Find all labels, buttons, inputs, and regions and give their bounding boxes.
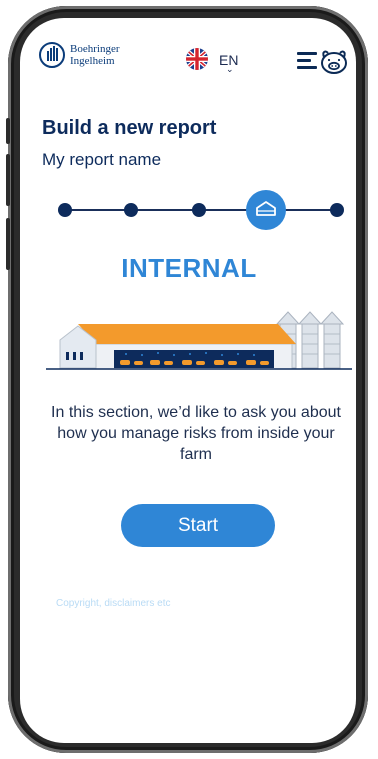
logo-line2: Ingelheim xyxy=(70,55,115,67)
uk-flag-icon[interactable] xyxy=(184,48,210,70)
step-dot[interactable] xyxy=(330,203,344,217)
logo-text: Boehringer Ingelheim xyxy=(70,43,119,67)
barn-icon xyxy=(256,201,276,216)
step-dot[interactable] xyxy=(58,203,72,217)
volume-up-button xyxy=(6,154,10,206)
logo-line1: Boehringer xyxy=(70,43,120,55)
copyright-link[interactable]: Copyright, disclaimers etc xyxy=(56,598,170,609)
report-name[interactable]: My report name xyxy=(42,150,161,170)
farm-barn-illustration xyxy=(46,311,352,370)
section-title: INTERNAL xyxy=(121,253,257,283)
chevron-down-icon[interactable]: ⌄ xyxy=(226,64,234,75)
section-description: In this section, we’d like to ask you ab… xyxy=(51,404,341,463)
progress-stepper xyxy=(58,190,348,230)
logo-mark-icon xyxy=(39,42,65,68)
step-active-barn[interactable] xyxy=(246,190,286,230)
step-dot[interactable] xyxy=(192,203,206,217)
page-title: Build a new report xyxy=(42,117,217,139)
mute-switch xyxy=(6,118,10,144)
hamburger-menu-icon[interactable] xyxy=(297,52,317,70)
start-button[interactable]: Start xyxy=(121,504,275,547)
boehringer-logo[interactable]: Boehringer Ingelheim xyxy=(39,42,139,76)
pig-profile-icon[interactable] xyxy=(319,49,349,75)
step-dot[interactable] xyxy=(124,203,138,217)
